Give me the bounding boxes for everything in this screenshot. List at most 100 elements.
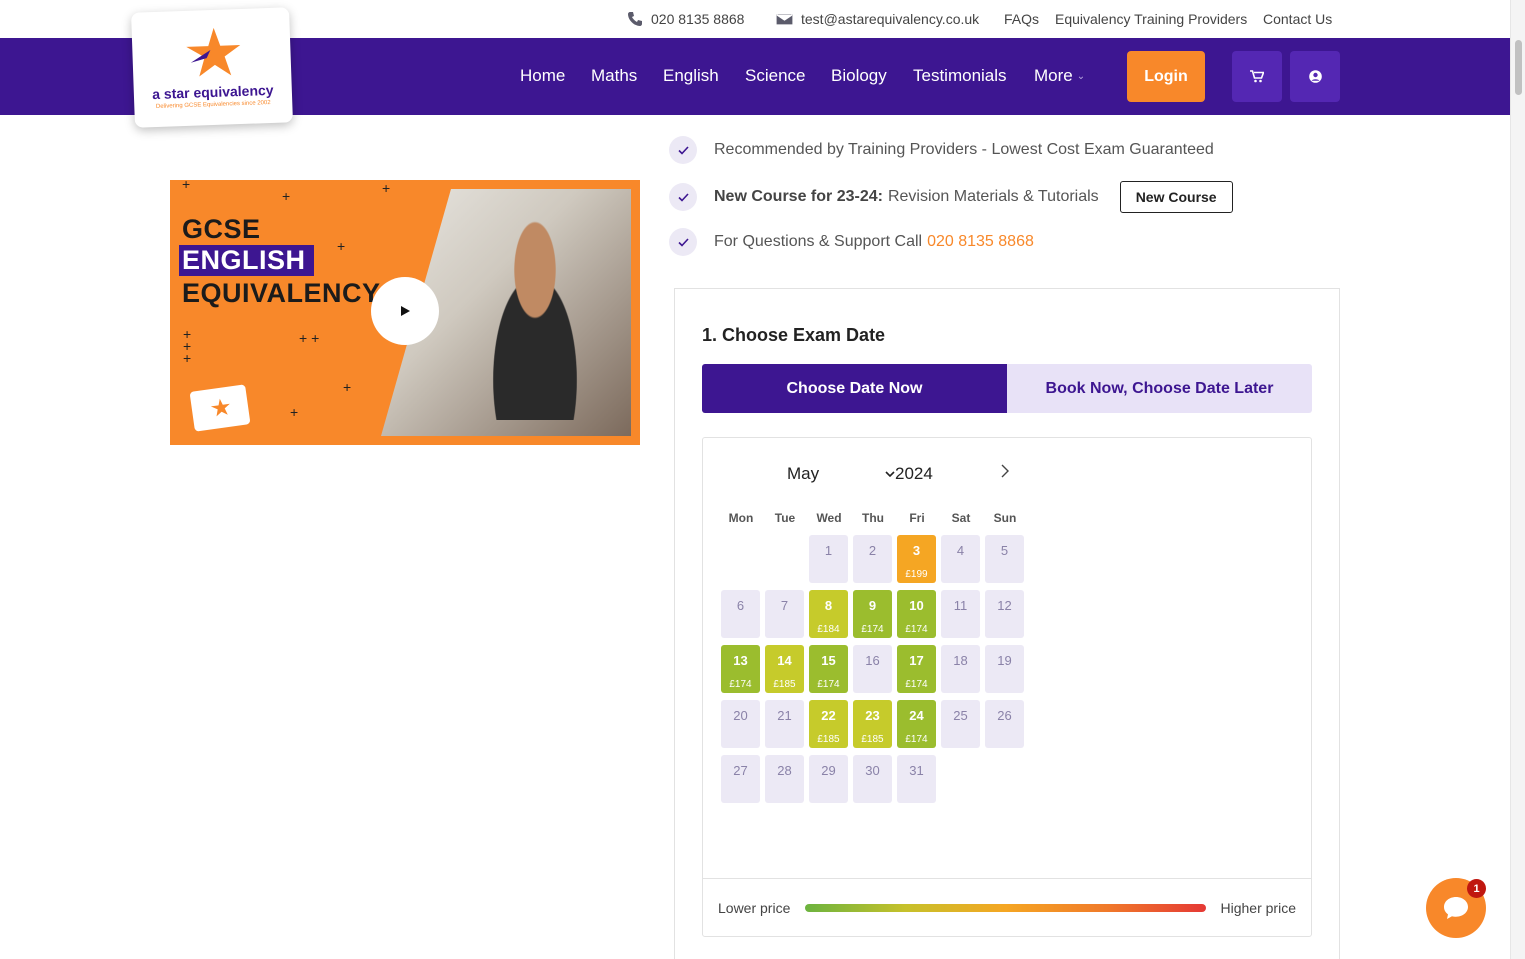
calendar-day-available[interactable]: 14 £185 — [765, 645, 804, 693]
calendar-day-unavailable: 30 — [853, 755, 892, 803]
calendar-day-unavailable: 19 — [985, 645, 1024, 693]
day-number: 28 — [777, 763, 792, 778]
topbar-link-training-providers[interactable]: Equivalency Training Providers — [1055, 11, 1247, 27]
login-button[interactable]: Login — [1127, 51, 1205, 102]
support-phone-link[interactable]: 020 8135 8868 — [927, 233, 1034, 251]
topbar-phone-text: 020 8135 8868 — [651, 11, 745, 27]
weekday-header: Mon — [728, 511, 754, 525]
day-number: 23 — [865, 708, 880, 723]
calendar-day-available[interactable]: 13 £174 — [721, 645, 760, 693]
scrollbar-thumb[interactable] — [1515, 40, 1522, 95]
calendar-day-available[interactable]: 9 £174 — [853, 590, 892, 638]
chat-bubble-icon — [1444, 897, 1468, 919]
day-number: 22 — [821, 708, 836, 723]
calendar-day-unavailable: 27 — [721, 755, 760, 803]
calendar-day-available[interactable]: 3 £199 — [897, 535, 936, 583]
day-price: £174 — [861, 624, 884, 635]
calendar-header: May 2024 — [787, 464, 933, 484]
calendar-day-available[interactable]: 24 £174 — [897, 700, 936, 748]
day-number: 18 — [953, 653, 968, 668]
price-gradient-bar — [805, 903, 1206, 912]
topbar-email[interactable]: test@astarequivalency.co.uk — [776, 11, 979, 27]
month-select[interactable]: May — [787, 464, 895, 484]
cart-button[interactable] — [1232, 51, 1282, 102]
calendar-day-unavailable: 25 — [941, 700, 980, 748]
next-month-button[interactable] — [1001, 462, 1009, 483]
weekday-header: Thu — [862, 511, 884, 525]
play-button[interactable] — [371, 277, 439, 345]
day-number: 2 — [868, 543, 877, 558]
star-logo-icon — [210, 398, 230, 417]
day-number: 27 — [733, 763, 748, 778]
calendar-day-available[interactable]: 10 £174 — [897, 590, 936, 638]
feature-item-new-course: New Course for 23-24: Revision Materials… — [669, 181, 1233, 213]
sparkle-icon: + — [337, 238, 346, 254]
calendar-day-unavailable: 29 — [809, 755, 848, 803]
video-headline-line3: EQUIVALENCY — [182, 278, 381, 308]
video-headline-line1: GCSE — [182, 214, 261, 244]
calendar-day-unavailable: 16 — [853, 645, 892, 693]
day-number: 17 — [909, 653, 924, 668]
day-number: 4 — [956, 543, 965, 558]
chevron-down-icon — [885, 471, 895, 477]
video-thumbnail[interactable]: GCSE ENGLISH EQUIVALENCY + + + + + + + +… — [170, 180, 640, 445]
day-price: £174 — [729, 679, 752, 690]
day-number: 15 — [821, 653, 836, 668]
calendar-day-unavailable: 21 — [765, 700, 804, 748]
nav-home[interactable]: Home — [520, 66, 565, 86]
topbar-link-faqs[interactable]: FAQs — [1004, 11, 1039, 27]
nav-more-label: More — [1034, 66, 1073, 85]
day-number: 7 — [780, 598, 789, 613]
weekday-header: Wed — [816, 511, 842, 525]
video-headline-line2: ENGLISH — [179, 245, 314, 276]
tab-choose-date-now[interactable]: Choose Date Now — [702, 364, 1007, 413]
nav-english[interactable]: English — [663, 66, 719, 86]
calendar-day-available[interactable]: 15 £174 — [809, 645, 848, 693]
calendar-day-available[interactable]: 8 £184 — [809, 590, 848, 638]
video-person-image — [470, 220, 600, 420]
video-mini-logo — [189, 384, 251, 432]
nav-biology[interactable]: Biology — [831, 66, 887, 86]
nav-testimonials[interactable]: Testimonials — [913, 66, 1007, 86]
check-icon — [669, 228, 697, 256]
day-number: 14 — [777, 653, 792, 668]
account-button[interactable] — [1290, 51, 1340, 102]
page-scrollbar[interactable] — [1510, 0, 1525, 959]
calendar-day-available[interactable]: 23 £185 — [853, 700, 892, 748]
star-logo-icon — [186, 27, 241, 76]
weekday-header: Sun — [993, 511, 1017, 525]
date-choice-tabs: Choose Date Now Book Now, Choose Date La… — [702, 364, 1312, 413]
legend-high-label: Higher price — [1220, 899, 1296, 916]
calendar-day-unavailable: 26 — [985, 700, 1024, 748]
sparkle-icon: + — [183, 350, 192, 366]
calendar-day-unavailable: 11 — [941, 590, 980, 638]
day-number: 25 — [953, 708, 968, 723]
tab-choose-date-later[interactable]: Book Now, Choose Date Later — [1007, 364, 1312, 413]
day-number: 26 — [997, 708, 1012, 723]
calendar-day-unavailable: 7 — [765, 590, 804, 638]
nav-science[interactable]: Science — [745, 66, 805, 86]
calendar-day-available[interactable]: 22 £185 — [809, 700, 848, 748]
calendar-day-available[interactable]: 17 £174 — [897, 645, 936, 693]
day-price: £185 — [861, 734, 884, 745]
new-course-button[interactable]: New Course — [1119, 181, 1233, 213]
year-select[interactable]: 2024 — [895, 464, 933, 484]
day-number: 29 — [821, 763, 836, 778]
topbar-link-contact[interactable]: Contact Us — [1263, 11, 1332, 27]
day-number: 5 — [1000, 543, 1009, 558]
calendar-day-unavailable: 6 — [721, 590, 760, 638]
day-number: 11 — [953, 598, 968, 613]
topbar-phone[interactable]: 020 8135 8868 — [627, 11, 744, 27]
day-price: £174 — [817, 679, 840, 690]
play-icon — [401, 306, 410, 316]
sparkle-icon: + — [282, 188, 291, 204]
nav-more[interactable]: More ⌄ — [1034, 66, 1085, 86]
chevron-down-icon: ⌄ — [1076, 70, 1086, 82]
weekday-header: Fri — [909, 511, 925, 525]
sparkle-icon: + — [290, 404, 299, 420]
chat-widget-button[interactable]: 1 — [1426, 878, 1486, 938]
chat-notification-badge: 1 — [1467, 879, 1486, 898]
price-legend: Lower price Higher price — [703, 878, 1311, 936]
nav-maths[interactable]: Maths — [591, 66, 637, 86]
site-logo[interactable]: a star equivalency Delivering GCSE Equiv… — [131, 7, 293, 128]
